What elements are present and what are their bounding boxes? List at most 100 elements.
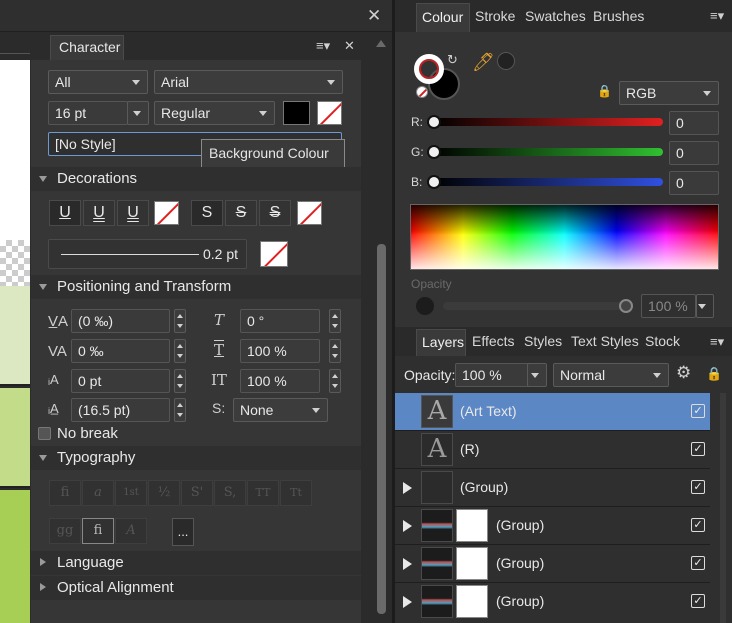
superscript-button[interactable]: S'	[181, 480, 213, 506]
swash-button[interactable]: a	[82, 480, 114, 506]
positioning-header[interactable]: Positioning and Transform	[31, 275, 361, 299]
tab-swatches[interactable]: Swatches	[525, 8, 586, 24]
font-size-field[interactable]: 16 pt	[48, 101, 128, 125]
position-dropdown[interactable]: None	[233, 398, 328, 422]
line-colour-swatch[interactable]	[260, 241, 288, 267]
tab-stock[interactable]: Stock	[645, 333, 680, 349]
underline-colour-swatch[interactable]	[154, 201, 179, 225]
stroke-colour-well[interactable]	[414, 54, 444, 84]
opacity-slider-handle[interactable]	[619, 299, 633, 313]
colour-menu-icon[interactable]: ≡▾	[710, 8, 724, 24]
colour-model-dropdown[interactable]: RGB	[619, 81, 719, 105]
g-value-field[interactable]: 0	[669, 141, 719, 165]
layer-opacity-dropdown[interactable]	[527, 363, 547, 387]
swap-colours-icon[interactable]: ↻	[447, 52, 458, 68]
tracking-stepper[interactable]	[174, 339, 186, 363]
lock-icon[interactable]: 🔒	[597, 84, 612, 98]
horizontal-scale-stepper[interactable]	[329, 369, 341, 393]
g-slider-handle[interactable]	[427, 145, 441, 159]
baseline-stepper[interactable]	[174, 369, 186, 393]
strike-double-button[interactable]: S	[259, 200, 291, 226]
opacity-slider[interactable]	[443, 302, 630, 310]
g-slider[interactable]	[432, 148, 663, 156]
baseline-field[interactable]: 0 pt	[71, 369, 170, 393]
b-slider[interactable]	[432, 178, 663, 186]
layer-row[interactable]: (Group) ✓	[395, 507, 710, 545]
vertical-scale-field[interactable]: 100 %	[240, 339, 320, 363]
gear-icon[interactable]: ⚙	[676, 363, 691, 383]
character-tab[interactable]: Character	[50, 35, 124, 60]
layer-row[interactable]: A (R) ✓	[395, 431, 710, 469]
more-typography-button[interactable]: ...	[172, 518, 194, 546]
titling-caps-button[interactable]: Tt	[280, 480, 312, 506]
tab-layers[interactable]: Layers	[416, 329, 466, 356]
layer-row[interactable]: (Group) ✓	[395, 469, 710, 507]
no-break-checkbox[interactable]	[38, 427, 51, 440]
strike-through-button[interactable]: S	[225, 200, 257, 226]
layer-row[interactable]: (Group) ✓	[395, 545, 710, 583]
close-icon[interactable]: ✕	[367, 6, 381, 26]
language-header[interactable]: Language	[31, 551, 361, 575]
underline-single-button[interactable]: U	[49, 200, 81, 226]
layer-visibility-checkbox[interactable]: ✓	[691, 518, 705, 532]
layer-opacity-field[interactable]: 100 %	[455, 363, 533, 387]
vertical-scale-stepper[interactable]	[329, 339, 341, 363]
b-slider-handle[interactable]	[427, 175, 441, 189]
kerning-stepper[interactable]	[174, 309, 186, 333]
expand-icon[interactable]	[403, 558, 412, 570]
panel-close-icon[interactable]: ✕	[344, 38, 355, 54]
blend-mode-dropdown[interactable]: Normal	[553, 363, 669, 387]
opacity-field[interactable]: 100 %	[641, 294, 696, 318]
layer-row[interactable]: A (Art Text) ✓	[395, 393, 710, 431]
eyedropper-icon[interactable]: 🖊	[472, 52, 495, 73]
tab-styles[interactable]: Styles	[524, 333, 562, 349]
r-value-field[interactable]: 0	[669, 111, 719, 135]
layer-lock-icon[interactable]: 🔒	[706, 366, 722, 382]
panel-menu-icon[interactable]: ≡▾	[316, 38, 330, 54]
b-value-field[interactable]: 0	[669, 171, 719, 195]
layer-row[interactable]: (Group) ✓	[395, 583, 710, 621]
underline-accounting-button[interactable]: U	[117, 200, 149, 226]
opacity-dropdown[interactable]	[696, 294, 714, 318]
layer-visibility-checkbox[interactable]: ✓	[691, 404, 705, 418]
layer-visibility-checkbox[interactable]: ✓	[691, 556, 705, 570]
canvas-page[interactable]	[0, 60, 30, 240]
background-colour-swatch[interactable]	[317, 101, 342, 125]
decorations-header[interactable]: Decorations	[31, 167, 361, 191]
optical-alignment-header[interactable]: Optical Alignment	[31, 576, 361, 600]
ligatures-button[interactable]: fi	[49, 480, 81, 506]
scrollbar-thumb[interactable]	[377, 244, 386, 614]
font-style-dropdown[interactable]: Regular	[154, 101, 275, 125]
typography-header[interactable]: Typography	[31, 446, 361, 470]
font-collection-dropdown[interactable]: All	[48, 70, 148, 94]
expand-icon[interactable]	[403, 596, 412, 608]
fractions-button[interactable]: ½	[148, 480, 180, 506]
horizontal-scale-field[interactable]: 100 %	[240, 369, 320, 393]
line-weight-slider[interactable]	[61, 254, 199, 255]
expand-icon[interactable]	[403, 520, 412, 532]
layer-visibility-checkbox[interactable]: ✓	[691, 442, 705, 456]
text-fill-swatch[interactable]	[283, 101, 310, 125]
strike-single-button[interactable]: S	[191, 200, 223, 226]
underline-double-button[interactable]: U	[83, 200, 115, 226]
layer-visibility-checkbox[interactable]: ✓	[691, 594, 705, 608]
r-slider[interactable]	[432, 118, 663, 126]
strike-colour-swatch[interactable]	[297, 201, 322, 225]
no-colour-icon[interactable]	[416, 86, 428, 98]
picked-colour-well[interactable]	[497, 52, 515, 70]
leading-field[interactable]: (16.5 pt)	[71, 398, 170, 422]
expand-icon[interactable]	[403, 482, 412, 494]
discretionary-ligatures-button[interactable]: gg	[49, 518, 81, 544]
shear-stepper[interactable]	[329, 309, 341, 333]
layers-menu-icon[interactable]: ≡▾	[710, 334, 724, 350]
layer-visibility-checkbox[interactable]: ✓	[691, 480, 705, 494]
scroll-up-icon[interactable]	[376, 40, 386, 47]
tab-text-styles[interactable]: Text Styles	[571, 333, 639, 349]
tab-colour[interactable]: Colour	[416, 3, 470, 32]
line-weight-control[interactable]: 0.2 pt	[48, 239, 247, 269]
font-size-dropdown[interactable]	[127, 101, 149, 125]
kerning-field[interactable]: (0 ‰)	[71, 309, 170, 333]
layers-scrollbar[interactable]	[720, 393, 726, 623]
ordinals-button[interactable]: 1st	[115, 480, 147, 506]
leading-stepper[interactable]	[174, 398, 186, 422]
